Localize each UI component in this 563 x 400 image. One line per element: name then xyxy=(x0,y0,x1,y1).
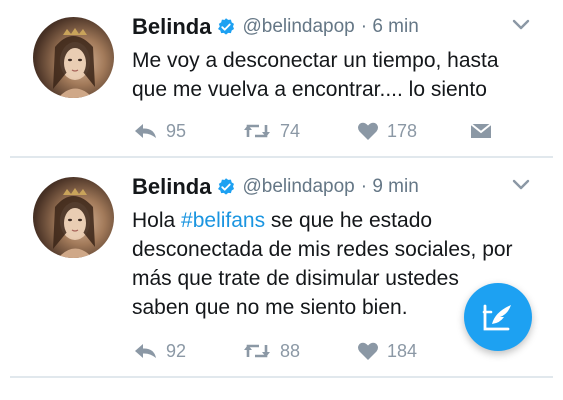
heart-icon xyxy=(358,122,378,140)
chevron-down-icon[interactable] xyxy=(511,17,531,31)
reply-icon xyxy=(135,344,156,358)
tweet-text-line: que me vuelva a encontrar.... lo siento xyxy=(132,78,487,101)
like-count: 178 xyxy=(387,120,418,141)
divider xyxy=(10,376,553,378)
reply-icon xyxy=(135,124,156,138)
tweet-header: Belinda @belindapop · 9 min xyxy=(132,172,419,202)
tweet-timestamp[interactable]: · 9 min xyxy=(361,176,419,198)
tweet-timestamp[interactable]: · 6 min xyxy=(361,16,419,38)
tweet-actions: 92 88 184 xyxy=(132,338,469,364)
reply-button[interactable]: 95 xyxy=(132,121,242,142)
display-name[interactable]: Belinda xyxy=(132,14,211,40)
tweet-text-line: desconectada de mis redes sociales, por xyxy=(132,238,513,261)
tweet-header: Belinda @belindapop · 6 min xyxy=(132,12,419,42)
retweet-count: 74 xyxy=(280,120,301,141)
hashtag-link[interactable]: #belifans xyxy=(181,209,265,232)
avatar[interactable] xyxy=(33,177,114,258)
reply-count: 92 xyxy=(166,340,187,361)
avatar-photo xyxy=(53,188,95,258)
tweet-text-line: Me voy a desconectar un tiempo, hasta xyxy=(132,49,499,72)
tweet-text-segment: se que he estado xyxy=(265,209,433,232)
reply-count: 95 xyxy=(166,120,187,141)
retweet-button[interactable]: 74 xyxy=(242,121,357,142)
like-button[interactable]: 178 xyxy=(357,121,469,142)
retweet-button[interactable]: 88 xyxy=(242,341,357,362)
compose-tweet-button[interactable] xyxy=(464,283,532,351)
heart-icon xyxy=(358,342,378,360)
direct-message-icon xyxy=(470,123,492,138)
retweet-icon xyxy=(244,124,270,138)
direct-message-button[interactable] xyxy=(469,121,493,141)
tweet-text-segment: Hola xyxy=(132,209,182,232)
tweet[interactable]: Belinda @belindapop · 9 min Hola #belifa… xyxy=(10,160,553,378)
reply-button[interactable]: 92 xyxy=(132,341,242,362)
user-handle[interactable]: @belindapop xyxy=(242,176,354,198)
like-button[interactable]: 184 xyxy=(357,341,469,362)
avatar-photo xyxy=(53,28,95,98)
avatar[interactable] xyxy=(33,17,114,98)
timeline-feed: Belinda @belindapop · 6 min Me voy a des… xyxy=(10,0,553,400)
tweet[interactable]: Belinda @belindapop · 6 min Me voy a des… xyxy=(10,0,553,156)
tweet-actions: 95 74 178 xyxy=(132,118,493,144)
verified-badge-icon xyxy=(218,178,235,195)
retweet-icon xyxy=(244,344,270,358)
tweet-text: Me voy a desconectar un tiempo, hasta qu… xyxy=(132,46,542,104)
divider xyxy=(10,156,553,158)
tweet-text-line: Hola #belifans se que he estado xyxy=(132,206,542,235)
display-name[interactable]: Belinda xyxy=(132,174,211,200)
verified-badge-icon xyxy=(218,18,235,35)
user-handle[interactable]: @belindapop xyxy=(242,16,354,38)
chevron-down-icon[interactable] xyxy=(511,177,531,191)
compose-quill-icon xyxy=(482,304,511,331)
retweet-count: 88 xyxy=(280,340,301,361)
like-count: 184 xyxy=(387,340,418,361)
